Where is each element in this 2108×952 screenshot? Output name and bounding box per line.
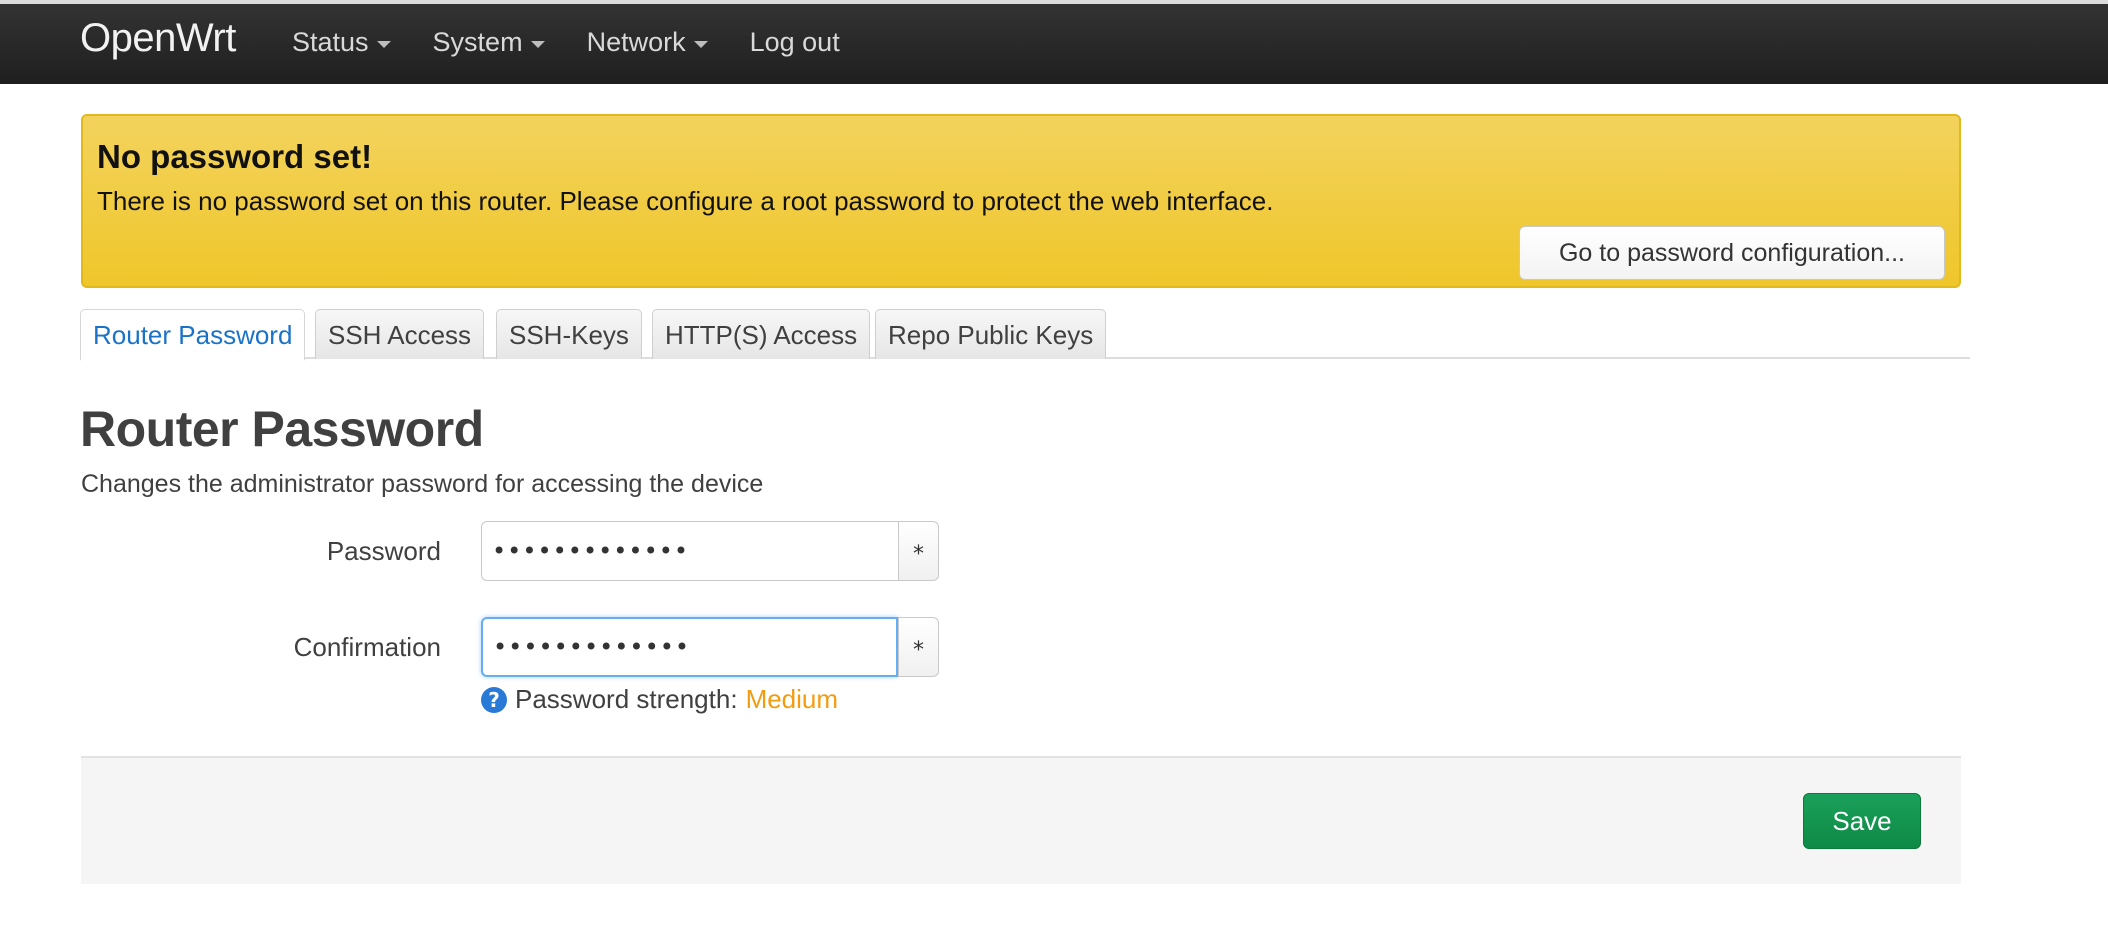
confirmation-input-group: * [481,617,939,677]
page-title: Router Password [80,401,484,457]
password-strength: ? Password strength: Medium [481,684,838,715]
chevron-down-icon [376,40,391,48]
reveal-password-button[interactable]: * [898,521,939,581]
tab-router-password[interactable]: Router Password [80,309,306,361]
alert-title: No password set! [97,138,373,175]
form-actions-bar: Save [81,756,1961,884]
chevron-down-icon [693,40,708,48]
password-strength-value: Medium [745,684,839,714]
reveal-confirmation-button[interactable]: * [898,617,939,677]
nav-network[interactable]: Network [587,29,708,56]
help-icon[interactable]: ? [481,686,507,713]
nav-status[interactable]: Status [292,29,391,56]
confirmation-input[interactable] [481,617,898,677]
nav-system[interactable]: System [433,29,545,56]
password-input-group: * [481,521,939,581]
password-strength-label: Password strength: [515,684,738,714]
brand-logo[interactable]: OpenWrt [80,18,236,58]
go-to-password-config-button[interactable]: Go to password configuration... [1519,226,1945,280]
nav-logout-label: Log out [749,27,840,57]
main-nav: Status System Network Log out [292,29,840,56]
password-input[interactable] [481,521,898,581]
save-button[interactable]: Save [1803,793,1921,849]
password-label: Password [326,536,441,566]
tab-ssh-access[interactable]: SSH Access [315,309,485,359]
tab-ssh-keys[interactable]: SSH-Keys [496,309,642,359]
tab-repo-public-keys[interactable]: Repo Public Keys [875,309,1107,359]
no-password-alert: No password set! There is no password se… [81,114,1961,288]
nav-network-label: Network [586,27,686,57]
nav-logout[interactable]: Log out [750,29,840,56]
alert-message: There is no password set on this router.… [97,186,1274,216]
section-description: Changes the administrator password for a… [81,470,764,498]
chevron-down-icon [530,40,545,48]
top-navbar: OpenWrt Status System Network Log out [0,0,2108,84]
tab-bar: Router Password SSH Access SSH-Keys HTTP… [80,309,1970,361]
nav-system-label: System [432,27,523,57]
tab-https-access[interactable]: HTTP(S) Access [652,309,871,359]
nav-status-label: Status [292,27,369,57]
confirmation-label: Confirmation [293,632,441,662]
